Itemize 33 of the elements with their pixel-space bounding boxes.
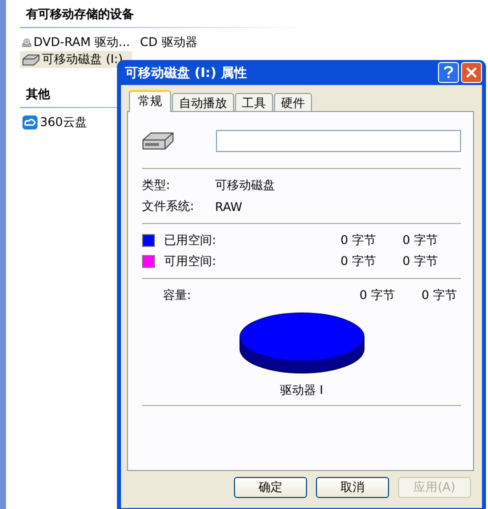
tab[interactable]: 常规 [129,90,171,112]
group-header: 其他 [25,86,51,103]
drive-name-field[interactable] [216,130,461,152]
space-label: 可用空间: [164,253,218,270]
cloud-icon [22,115,38,130]
drive-item[interactable]: DVD-RAM 驱动... [20,34,132,51]
tab[interactable]: 硬件 [274,93,312,111]
close-icon [466,67,477,78]
tab[interactable]: 自动播放 [172,93,234,111]
field-label: 文件系统: [142,198,196,215]
tab[interactable]: 工具 [235,93,273,111]
drive-item[interactable]: 360云盘 [20,114,132,131]
size-value: 0 字节 [420,287,457,304]
close-button[interactable] [461,62,482,83]
dialog-button[interactable]: 取消 [316,477,389,498]
dialog-button[interactable]: 确定 [234,477,307,498]
drive-icon [142,132,174,150]
help-button[interactable] [438,62,459,83]
group-header: 有可移动存储的设备 [24,6,135,23]
question-mark-icon [444,66,453,79]
size-value: 0 字节 [402,253,438,270]
drive-type: CD 驱动器 [140,34,198,51]
field-value: 可移动磁盘 [215,177,275,194]
byte-count: 0 字节 [340,232,376,249]
drive-icon [22,54,40,66]
space-label: 已用空间: [164,232,218,249]
byte-count: 0 字节 [358,287,395,304]
capacity-label: 容量: [162,287,192,304]
byte-count: 0 字节 [340,253,376,270]
field-value: RAW [215,200,242,214]
size-value: 0 字节 [402,232,438,249]
drive-label: 驱动器 I [280,382,324,399]
field-label: 类型: [142,177,172,194]
